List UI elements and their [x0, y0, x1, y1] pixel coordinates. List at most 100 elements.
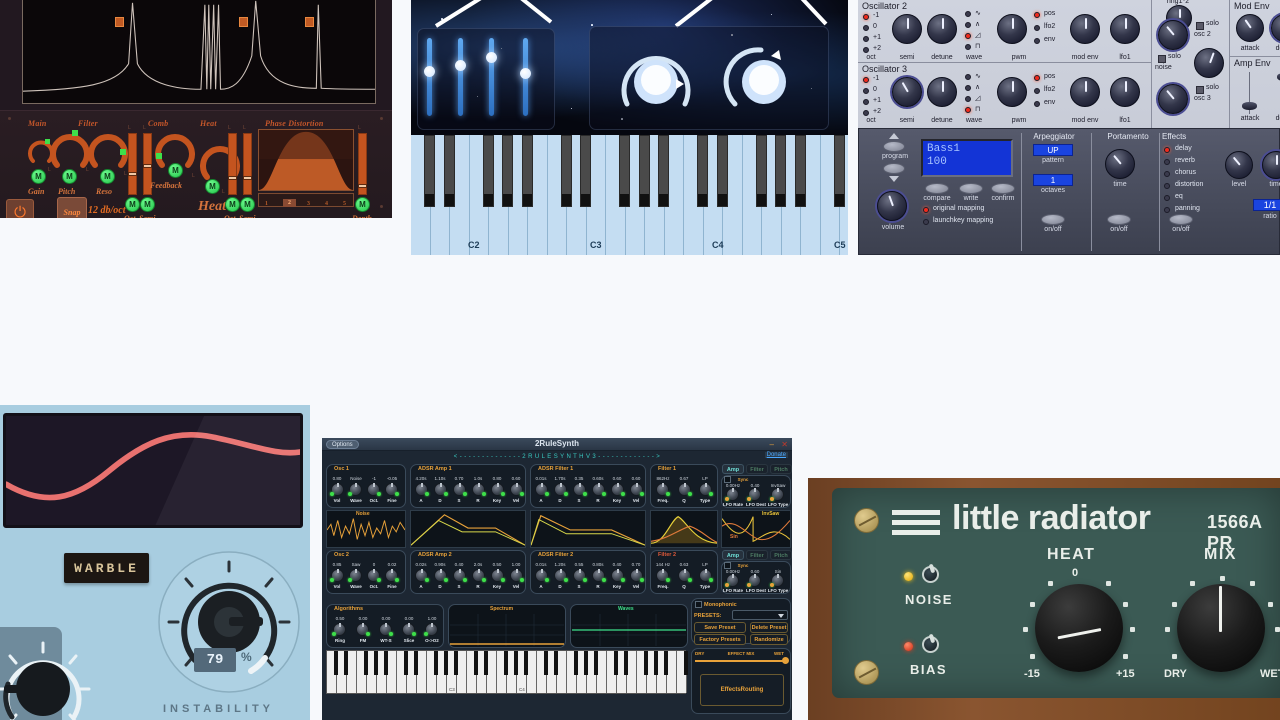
factory-presets-button[interactable]: Factory Presets: [694, 634, 746, 645]
slider-3[interactable]: [489, 38, 494, 116]
osc2-wave-led-0[interactable]: [965, 11, 971, 17]
monophonic-checkbox[interactable]: [695, 601, 702, 608]
black-key[interactable]: [454, 651, 458, 675]
heat-oct-slider[interactable]: [228, 133, 237, 195]
adsr-amp2-s-knob[interactable]: [453, 569, 467, 582]
osc1-oct-knob[interactable]: [367, 483, 381, 496]
black-key[interactable]: [374, 651, 378, 675]
black-key[interactable]: [484, 651, 488, 675]
adsr-filter2-key-knob[interactable]: [611, 569, 625, 582]
instability-dial[interactable]: [155, 548, 303, 696]
slider-4-thumb[interactable]: [520, 68, 531, 79]
lfo1-tab-pitch[interactable]: Pitch: [770, 464, 792, 474]
adsr-amp1-key-knob[interactable]: [491, 483, 505, 496]
alg-fm-knob[interactable]: [356, 623, 370, 636]
black-key[interactable]: [624, 651, 628, 675]
black-key[interactable]: [444, 135, 455, 207]
osc2-semi-knob[interactable]: [892, 14, 922, 44]
osc3-wave-led-1[interactable]: [965, 85, 971, 91]
pd-mode-1[interactable]: 1: [265, 201, 268, 207]
osc2-oct-led-0[interactable]: [863, 14, 869, 20]
osc3-pwm-led-2[interactable]: [1034, 101, 1040, 107]
adsr-amp2-vel-knob[interactable]: [510, 569, 524, 582]
knob-1[interactable]: [613, 36, 699, 118]
effects-led-4[interactable]: [1164, 195, 1170, 201]
delete-preset-button[interactable]: Delete Preset: [750, 622, 788, 633]
filter2-q-knob[interactable]: [678, 569, 692, 582]
lfo2-sync-checkbox[interactable]: [724, 562, 731, 569]
adsr-filter2-a-knob[interactable]: [535, 569, 549, 582]
filter1-freq-knob[interactable]: [656, 483, 670, 496]
osc3-detune-knob[interactable]: [927, 77, 957, 107]
comb-oct-mod-button[interactable]: M: [125, 197, 140, 212]
adsr-filter2-s-knob[interactable]: [573, 569, 587, 582]
arpeggiator-octaves-value[interactable]: 1: [1033, 174, 1073, 186]
rulesynth-titlebar[interactable]: Options 2RuleSynth – ✕: [322, 438, 792, 451]
write-button[interactable]: [959, 183, 983, 194]
osc2-wave-led-3[interactable]: [965, 44, 971, 50]
pd-mode-2[interactable]: 2: [283, 199, 296, 207]
original-mapping-led[interactable]: [923, 207, 929, 213]
adsr-filter2-d-knob[interactable]: [554, 569, 568, 582]
compare-button[interactable]: [925, 183, 949, 194]
lfo1-type-knob[interactable]: [770, 488, 784, 501]
adsr-amp1-d-knob[interactable]: [434, 483, 448, 496]
black-key[interactable]: [444, 651, 448, 675]
slider-2[interactable]: [458, 38, 463, 116]
pd-depth-mod-button[interactable]: M: [355, 197, 370, 212]
white-key[interactable]: [667, 651, 677, 693]
black-key[interactable]: [504, 651, 508, 675]
osc2-modenv-knob[interactable]: [1070, 14, 1100, 44]
lfo1-sync-checkbox[interactable]: [724, 476, 731, 483]
slider-1[interactable]: [427, 38, 432, 116]
effects-routing-button[interactable]: EffectsRouting: [700, 674, 784, 706]
slider-2-thumb[interactable]: [455, 60, 466, 71]
osc2-oct-led-1[interactable]: [863, 25, 869, 31]
osc2-pwm-led-1[interactable]: [1034, 25, 1040, 31]
noise-toggle[interactable]: [922, 566, 939, 583]
mod-env-attack-knob[interactable]: [1236, 14, 1264, 42]
close-button[interactable]: ✕: [781, 440, 788, 449]
white-key[interactable]: [527, 651, 537, 693]
black-key[interactable]: [654, 651, 658, 675]
filter1-q-knob[interactable]: [678, 483, 692, 496]
black-key[interactable]: [502, 135, 513, 207]
effects-ratio-value[interactable]: 1/1: [1253, 199, 1280, 211]
bias-toggle[interactable]: [922, 636, 939, 653]
black-key[interactable]: [574, 651, 578, 675]
black-key[interactable]: [580, 135, 591, 207]
osc3-oct-led-1[interactable]: [863, 88, 869, 94]
alg-oo2-knob[interactable]: [424, 623, 438, 636]
save-preset-button[interactable]: Save Preset: [694, 622, 746, 633]
white-key[interactable]: [597, 651, 607, 693]
osc3-lfo1-knob[interactable]: [1110, 77, 1140, 107]
arpeggiator-onoff-button[interactable]: [1041, 214, 1065, 225]
white-key[interactable]: [417, 651, 427, 693]
pd-mode-3[interactable]: 3: [307, 201, 310, 207]
adsr-amp2-key-knob[interactable]: [491, 569, 505, 582]
lfo2-tab-filter[interactable]: Filter: [746, 550, 768, 560]
osc2-lfo1-knob[interactable]: [1110, 14, 1140, 44]
amp-env-attack-fader[interactable]: [1242, 72, 1257, 114]
osc2-pwm-knob[interactable]: [997, 14, 1027, 44]
effect-mix-slider-thumb[interactable]: [782, 657, 789, 664]
black-key[interactable]: [334, 651, 338, 675]
mixer-osc3-knob[interactable]: [1158, 84, 1188, 114]
minimize-button[interactable]: –: [770, 440, 774, 449]
lfo2-rate-knob[interactable]: [725, 574, 739, 587]
osc2-oct-led-2[interactable]: [863, 36, 869, 42]
osc3-modenv-knob[interactable]: [1070, 77, 1100, 107]
osc2-oct-led-3[interactable]: [863, 47, 869, 53]
black-key[interactable]: [834, 135, 845, 207]
scope-handle-3[interactable]: [305, 17, 314, 27]
mixer-noise-knob[interactable]: [1194, 48, 1224, 78]
reso-mod-button[interactable]: M: [100, 169, 115, 184]
power-button[interactable]: ⏻: [6, 199, 34, 218]
lfo1-dest-knob[interactable]: [747, 488, 761, 501]
black-key[interactable]: [756, 135, 767, 207]
donate-link[interactable]: Donate: [764, 452, 788, 458]
osc2-solo-button[interactable]: [1196, 22, 1204, 30]
secondary-knob[interactable]: [0, 637, 98, 720]
white-key[interactable]: [347, 651, 357, 693]
osc2-detune-knob[interactable]: [927, 14, 957, 44]
